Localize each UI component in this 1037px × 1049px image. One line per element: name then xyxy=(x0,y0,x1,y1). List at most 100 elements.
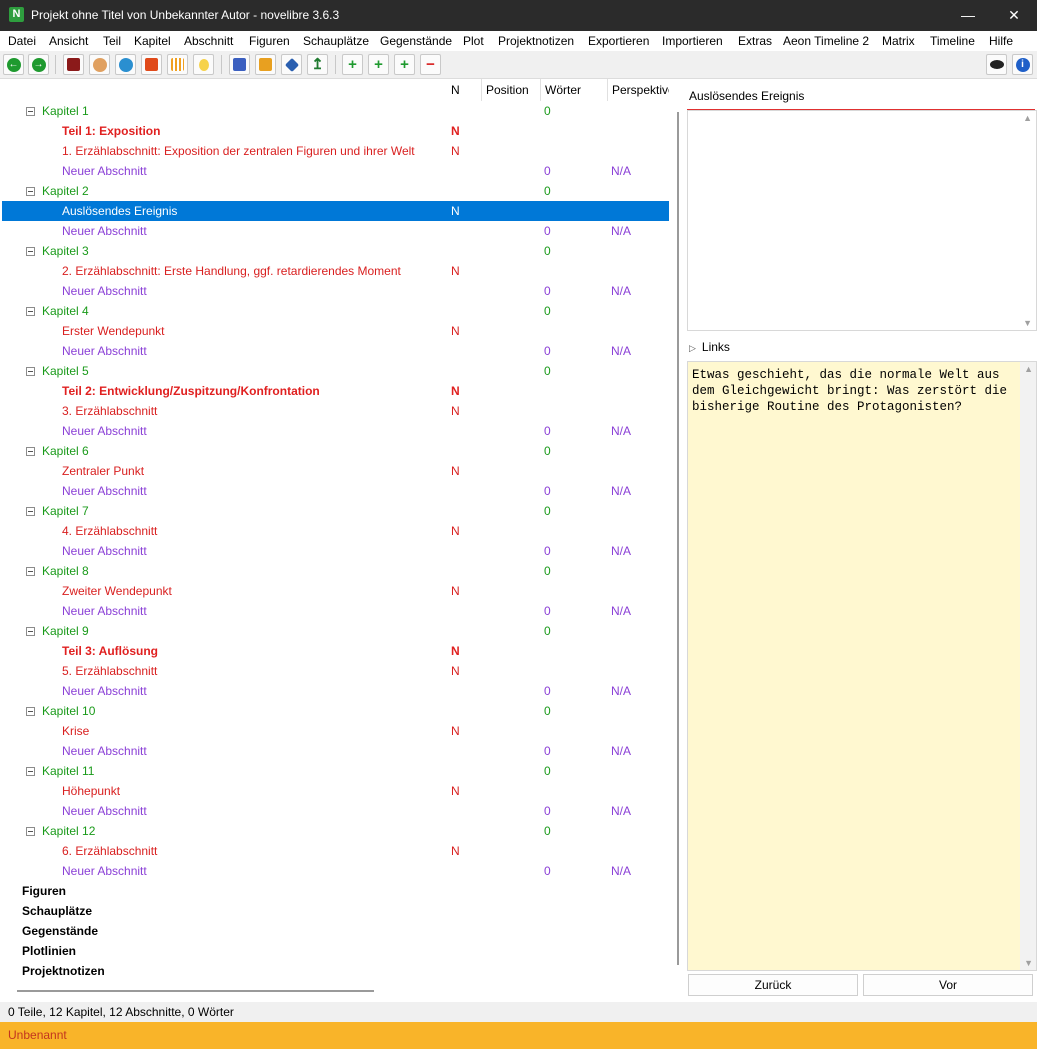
tree-section-row[interactable]: Teil 2: Entwicklung/Zuspitzung/Konfronta… xyxy=(2,381,669,401)
tree-section-row[interactable]: Neuer Abschnitt 0 N/A xyxy=(2,161,669,181)
menu-ansicht[interactable]: Ansicht xyxy=(49,34,88,48)
menu-kapitel[interactable]: Kapitel xyxy=(134,34,171,48)
tree-section-row[interactable]: Teil 1: Exposition N xyxy=(2,121,669,141)
back-button[interactable]: ← xyxy=(3,54,24,75)
tree-section-row[interactable]: Neuer Abschnitt 0 N/A xyxy=(2,421,669,441)
tree-section-row[interactable]: Neuer Abschnitt 0 N/A xyxy=(2,681,669,701)
back-nav-button[interactable]: Zurück xyxy=(688,974,858,996)
tree-chapter-row[interactable]: Kapitel 10 0 xyxy=(2,701,669,721)
description-textbox[interactable]: ▲ ▼ xyxy=(687,110,1037,331)
tree-chapter-row[interactable]: Kapitel 6 0 xyxy=(2,441,669,461)
menu-schauplätze[interactable]: Schauplätze xyxy=(303,34,369,48)
tree-section-row[interactable]: Erster Wendepunkt N xyxy=(2,321,669,341)
menu-teil[interactable]: Teil xyxy=(103,34,121,48)
tree-chapter-row[interactable]: Kapitel 8 0 xyxy=(2,561,669,581)
collapse-toggle-icon[interactable] xyxy=(26,707,35,716)
tree-chapter-row[interactable]: Kapitel 5 0 xyxy=(2,361,669,381)
scroll-down-icon[interactable]: ▼ xyxy=(1023,318,1032,328)
tree-section-row[interactable]: 4. Erzählabschnitt N xyxy=(2,521,669,541)
tree-chapter-row[interactable]: Kapitel 12 0 xyxy=(2,821,669,841)
forward-nav-button[interactable]: Vor xyxy=(863,974,1033,996)
tree-chapter-row[interactable]: Kapitel 11 0 xyxy=(2,761,669,781)
tree-category-row[interactable]: Plotlinien xyxy=(2,941,669,961)
lock-button[interactable] xyxy=(255,54,276,75)
tree-chapter-row[interactable]: Kapitel 7 0 xyxy=(2,501,669,521)
tree-chapter-row[interactable]: Kapitel 1 0 xyxy=(2,101,669,121)
maximize-button[interactable] xyxy=(944,0,990,31)
tree-category-row[interactable]: Gegenstände xyxy=(2,921,669,941)
add-parent-button[interactable]: + xyxy=(394,54,415,75)
collapse-toggle-icon[interactable] xyxy=(26,307,35,316)
menu-datei[interactable]: Datei xyxy=(8,34,36,48)
menu-exportieren[interactable]: Exportieren xyxy=(588,34,649,48)
tree-horizontal-scrollbar[interactable] xyxy=(17,990,374,992)
tree-section-row[interactable]: 5. Erzählabschnitt N xyxy=(2,661,669,681)
tree-section-row[interactable]: 6. Erzählabschnitt N xyxy=(2,841,669,861)
tree-section-row[interactable]: Neuer Abschnitt 0 N/A xyxy=(2,281,669,301)
collapse-toggle-icon[interactable] xyxy=(26,447,35,456)
tree-section-row[interactable]: 3. Erzählabschnitt N xyxy=(2,401,669,421)
links-expander[interactable]: ▷ Links xyxy=(689,340,730,354)
tree-section-row[interactable]: Neuer Abschnitt 0 N/A xyxy=(2,861,669,881)
tree-section-row[interactable]: Neuer Abschnitt 0 N/A xyxy=(2,801,669,821)
tree-section-row[interactable]: 1. Erzählabschnitt: Exposition der zentr… xyxy=(2,141,669,161)
scroll-up-icon[interactable]: ▲ xyxy=(1024,364,1033,374)
column-header-perspective[interactable]: Perspektive xyxy=(608,79,669,101)
menu-importieren[interactable]: Importieren xyxy=(662,34,723,48)
characters-button[interactable] xyxy=(89,54,110,75)
column-header-position[interactable]: Position xyxy=(482,79,541,101)
menu-hilfe[interactable]: Hilfe xyxy=(989,34,1013,48)
tree-category-row[interactable]: Figuren xyxy=(2,881,669,901)
menu-matrix[interactable]: Matrix xyxy=(882,34,915,48)
collapse-toggle-icon[interactable] xyxy=(26,107,35,116)
items-button[interactable] xyxy=(141,54,162,75)
menu-timeline[interactable]: Timeline xyxy=(930,34,975,48)
add-child-button[interactable]: + xyxy=(368,54,389,75)
tree-section-row[interactable]: Neuer Abschnitt 0 N/A xyxy=(2,481,669,501)
locations-button[interactable] xyxy=(115,54,136,75)
project-notes-button[interactable] xyxy=(193,54,214,75)
notes-textbox[interactable]: Etwas geschieht, das die normale Welt au… xyxy=(687,361,1037,971)
close-button[interactable]: ✕ xyxy=(991,0,1037,31)
tree-section-row[interactable]: Zentraler Punkt N xyxy=(2,461,669,481)
save-button[interactable] xyxy=(229,54,250,75)
tree-section-row[interactable]: Höhepunkt N xyxy=(2,781,669,801)
collapse-toggle-icon[interactable] xyxy=(26,247,35,256)
tree-chapter-row[interactable]: Kapitel 3 0 xyxy=(2,241,669,261)
notes-scrollbar[interactable]: ▲ ▼ xyxy=(1020,362,1036,970)
menu-projektnotizen[interactable]: Projektnotizen xyxy=(498,34,574,48)
tree-section-row[interactable]: Neuer Abschnitt 0 N/A xyxy=(2,541,669,561)
menu-aeon-timeline-2[interactable]: Aeon Timeline 2 xyxy=(783,34,869,48)
view-button[interactable] xyxy=(986,54,1007,75)
tree-section-row[interactable]: Neuer Abschnitt 0 N/A xyxy=(2,741,669,761)
menu-plot[interactable]: Plot xyxy=(463,34,484,48)
tree-chapter-row[interactable]: Kapitel 9 0 xyxy=(2,621,669,641)
column-header-words[interactable]: Wörter xyxy=(541,79,608,101)
scroll-down-icon[interactable]: ▼ xyxy=(1024,958,1033,968)
collapse-toggle-icon[interactable] xyxy=(26,827,35,836)
tree-vertical-scrollbar[interactable] xyxy=(677,112,679,965)
menu-gegenstände[interactable]: Gegenstände xyxy=(380,34,452,48)
book-button[interactable] xyxy=(63,54,84,75)
forward-button[interactable]: → xyxy=(28,54,49,75)
column-header-n[interactable]: N xyxy=(447,79,482,101)
menu-abschnitt[interactable]: Abschnitt xyxy=(184,34,233,48)
tree-section-row[interactable]: Neuer Abschnitt 0 N/A xyxy=(2,601,669,621)
element-title-field[interactable]: Auslösendes Ereignis xyxy=(687,81,1035,110)
export-button[interactable]: ↥ xyxy=(307,54,328,75)
plot-lines-button[interactable] xyxy=(167,54,188,75)
tree-section-row[interactable]: Auslösendes Ereignis N xyxy=(2,201,669,221)
menu-figuren[interactable]: Figuren xyxy=(249,34,290,48)
tree-section-row[interactable]: 2. Erzählabschnitt: Erste Handlung, ggf.… xyxy=(2,261,669,281)
collapse-toggle-icon[interactable] xyxy=(26,507,35,516)
info-button[interactable]: i xyxy=(1012,54,1033,75)
collapse-toggle-icon[interactable] xyxy=(26,367,35,376)
collapse-toggle-icon[interactable] xyxy=(26,567,35,576)
tree-chapter-row[interactable]: Kapitel 4 0 xyxy=(2,301,669,321)
menu-extras[interactable]: Extras xyxy=(738,34,772,48)
add-button[interactable]: + xyxy=(342,54,363,75)
collapse-toggle-icon[interactable] xyxy=(26,767,35,776)
tree-chapter-row[interactable]: Kapitel 2 0 xyxy=(2,181,669,201)
remove-button[interactable]: − xyxy=(420,54,441,75)
tree-section-row[interactable]: Neuer Abschnitt 0 N/A xyxy=(2,221,669,241)
